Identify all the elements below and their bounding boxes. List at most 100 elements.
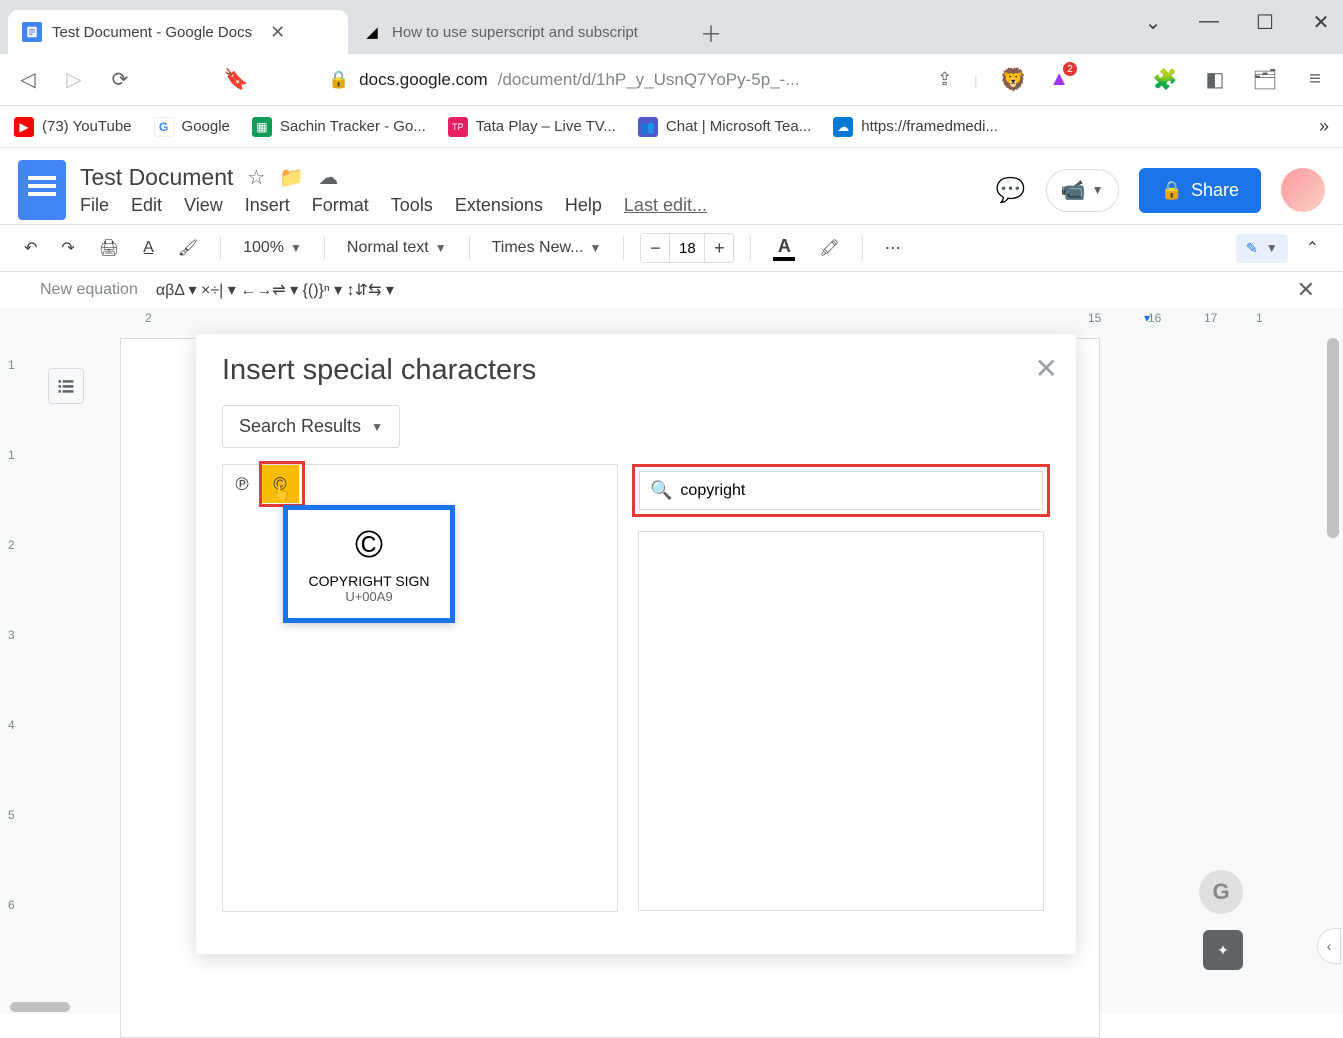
chevron-down-icon: ▼ <box>1266 241 1278 255</box>
more-toolbar-icon[interactable]: ⋯ <box>879 234 907 262</box>
font-size-decrease[interactable]: − <box>641 234 669 262</box>
cloud-status-icon[interactable]: ☁ <box>318 165 338 190</box>
menu-extensions[interactable]: Extensions <box>455 195 543 216</box>
grammarly-icon[interactable]: G <box>1199 870 1243 914</box>
tabs-dropdown-icon[interactable]: ⌄ <box>1141 10 1165 35</box>
sidepanel-icon[interactable]: ◧ <box>1201 66 1229 94</box>
ruler-mark: 16 <box>1148 311 1161 325</box>
document-title[interactable]: Test Document <box>80 164 233 191</box>
menu-format[interactable]: Format <box>312 195 369 216</box>
collapse-toolbar-icon[interactable]: ⌃ <box>1300 234 1325 262</box>
maximize-icon[interactable]: ☐ <box>1253 10 1277 35</box>
badge-count: 2 <box>1063 62 1077 76</box>
lock-icon: 🔒 <box>328 70 349 90</box>
tab-title: How to use superscript and subscript <box>392 24 638 41</box>
reload-icon[interactable]: ⟳ <box>106 66 134 94</box>
search-input[interactable] <box>680 482 1032 500</box>
url-path: /document/d/1hP_y_UsnQ7YoPy-5p_-... <box>498 70 800 90</box>
highlight-icon[interactable]: 🖍 <box>813 234 845 262</box>
side-panel-expand-icon[interactable]: ‹ <box>1317 928 1341 964</box>
font-size-increase[interactable]: + <box>705 234 733 262</box>
bookmark-page-icon[interactable]: 🔖 <box>222 66 250 94</box>
browser-tab-active[interactable]: Test Document - Google Docs ✕ <box>8 10 348 54</box>
explore-button[interactable]: ✦ <box>1203 930 1243 970</box>
move-icon[interactable]: 📁 <box>279 165 304 190</box>
tab-close-icon[interactable]: ✕ <box>270 22 285 43</box>
paint-format-icon[interactable]: 🖌 <box>172 234 204 262</box>
bookmark-label: (73) YouTube <box>42 118 132 135</box>
forward-icon[interactable]: ▷ <box>60 66 88 94</box>
bookmark-youtube[interactable]: ▶(73) YouTube <box>14 117 132 137</box>
wallet-icon[interactable]: 🗂 <box>1251 66 1279 94</box>
meet-icon: 📹 <box>1061 178 1086 203</box>
bookmark-google[interactable]: GGoogle <box>154 117 230 137</box>
last-edit-link[interactable]: Last edit... <box>624 195 707 216</box>
meet-button[interactable]: 📹 ▼ <box>1046 169 1119 212</box>
close-equation-icon[interactable]: ✕ <box>1297 277 1315 303</box>
character-search-field[interactable]: 🔍 <box>639 471 1043 510</box>
address-bar[interactable]: 🔒 docs.google.com/document/d/1hP_y_UsnQ7… <box>328 70 799 90</box>
bookmark-framed[interactable]: ☁https://framedmedi... <box>833 117 998 137</box>
bookmarks-overflow-icon[interactable]: » <box>1319 116 1329 137</box>
undo-icon[interactable]: ↶ <box>18 234 43 262</box>
comments-icon[interactable]: 💬 <box>996 176 1026 205</box>
bookmark-label: Sachin Tracker - Go... <box>280 118 426 135</box>
vertical-ruler[interactable]: 1 1 2 3 4 5 6 <box>0 328 24 1014</box>
extensions-icon[interactable]: 🧩 <box>1151 66 1179 94</box>
tooltip-name: COPYRIGHT SIGN <box>306 573 432 589</box>
text-color-button[interactable]: A <box>767 232 801 265</box>
editing-mode-button[interactable]: ✎ ▼ <box>1236 234 1288 263</box>
char-result-p[interactable]: ℗ <box>223 465 261 503</box>
bookmark-label: Google <box>182 118 230 135</box>
menu-file[interactable]: File <box>80 195 109 216</box>
outline-toggle-button[interactable] <box>48 368 84 404</box>
font-select[interactable]: Times New... ▼ <box>486 235 608 261</box>
menu-tools[interactable]: Tools <box>391 195 433 216</box>
share-url-icon[interactable]: ⇪ <box>937 69 952 90</box>
share-button[interactable]: 🔒 Share <box>1139 168 1261 213</box>
vertical-scrollbar[interactable] <box>1327 338 1339 538</box>
minimize-icon[interactable]: — <box>1197 10 1221 35</box>
tooltip-code: U+00A9 <box>306 589 432 604</box>
bookmark-label: Tata Play – Live TV... <box>476 118 616 135</box>
browser-tab-inactive[interactable]: ◢ How to use superscript and subscript <box>348 10 688 54</box>
star-icon[interactable]: ☆ <box>247 165 265 190</box>
menu-help[interactable]: Help <box>565 195 602 216</box>
bookmark-tata[interactable]: TPTata Play – Live TV... <box>448 117 616 137</box>
docs-logo-icon[interactable] <box>18 160 66 220</box>
character-results-grid: ℗ © 👆 © COPYRIGHT SIGN U+00A9 <box>222 464 618 912</box>
category-dropdown[interactable]: Search Results ▼ <box>222 405 400 448</box>
horizontal-scrollbar[interactable] <box>10 1002 70 1012</box>
zoom-select[interactable]: 100% ▼ <box>237 235 308 261</box>
spellcheck-icon[interactable]: A̲ <box>137 235 160 261</box>
font-size-input[interactable] <box>669 234 705 262</box>
draw-character-area[interactable] <box>638 531 1044 911</box>
tooltip-glyph: © <box>306 524 432 567</box>
ruler-mark: 6 <box>8 898 15 912</box>
redo-icon[interactable]: ↷ <box>55 234 80 262</box>
font-size-control: − + <box>640 233 734 263</box>
style-value: Normal text <box>347 239 429 257</box>
menu-edit[interactable]: Edit <box>131 195 162 216</box>
brave-shields-icon[interactable]: 🦁 <box>1000 67 1027 93</box>
style-select[interactable]: Normal text ▼ <box>341 235 453 261</box>
menu-insert[interactable]: Insert <box>245 195 290 216</box>
new-equation-label[interactable]: New equation <box>40 281 138 299</box>
horizontal-ruler[interactable]: 2 15 ▾ 16 17 1 <box>0 308 1343 328</box>
new-tab-button[interactable]: ＋ <box>694 16 728 50</box>
dialog-close-icon[interactable]: ✕ <box>1035 352 1058 385</box>
menu-icon[interactable]: ≡ <box>1301 66 1329 94</box>
account-avatar[interactable] <box>1281 168 1325 212</box>
back-icon[interactable]: ◁ <box>14 66 42 94</box>
equation-symbols[interactable]: αβΔ ▾ ×÷| ▾ ←→⇌ ▾ {()}ⁿ ▾ ↕⇵⇆ ▾ <box>156 280 394 300</box>
menu-view[interactable]: View <box>184 195 223 216</box>
print-icon[interactable]: 🖨 <box>93 234 125 262</box>
bookmark-sheets[interactable]: ▦Sachin Tracker - Go... <box>252 117 426 137</box>
brave-rewards-icon[interactable]: ▲2 <box>1049 68 1069 91</box>
close-window-icon[interactable]: ✕ <box>1309 10 1333 35</box>
bookmark-teams[interactable]: 👥Chat | Microsoft Tea... <box>638 117 811 137</box>
docs-favicon-icon <box>22 22 42 42</box>
dialog-title: Insert special characters <box>222 354 1050 387</box>
ruler-mark: 17 <box>1204 311 1217 325</box>
pencil-icon: ✎ <box>1246 240 1258 257</box>
